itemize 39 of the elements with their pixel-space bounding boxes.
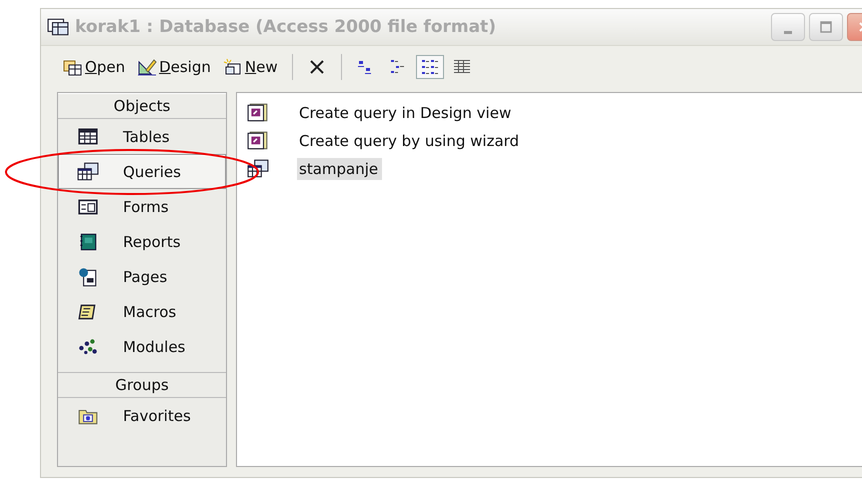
query-icon (77, 162, 99, 182)
list-view-icon (420, 58, 440, 76)
object-item[interactable]: Create query by using wizard (237, 127, 862, 155)
shortcut-icon (247, 103, 269, 123)
new-button[interactable]: New (218, 55, 282, 79)
list-view-button[interactable] (416, 55, 444, 79)
object-name: Create query in Design view (298, 103, 512, 124)
object-item[interactable]: stampanje (237, 155, 862, 183)
object-type-item[interactable]: Modules (58, 329, 226, 364)
database-window-icon (47, 18, 69, 36)
object-type-item[interactable]: Reports (58, 224, 226, 259)
object-name: stampanje (297, 158, 382, 180)
window-title: korak1 : Database (Access 2000 file format) (75, 17, 496, 37)
form-icon (77, 196, 99, 216)
module-icon (77, 336, 99, 356)
group-header[interactable]: Objects (58, 93, 226, 119)
object-type-item[interactable]: Tables (58, 119, 226, 154)
object-type-item[interactable]: Queries (58, 154, 226, 189)
design-button[interactable]: Design (133, 55, 215, 79)
page-icon (77, 266, 99, 286)
minimize-icon (784, 30, 792, 34)
object-type-item[interactable]: Pages (58, 259, 226, 294)
object-type-item[interactable]: Macros (58, 294, 226, 329)
object-name: Create query by using wizard (298, 131, 520, 152)
object-type-item[interactable]: Forms (58, 189, 226, 224)
details-view-icon (452, 58, 472, 76)
set-square-pencil-icon (137, 58, 158, 76)
open-button[interactable]: Open (59, 55, 130, 79)
table-icon (77, 126, 99, 146)
minimize-button[interactable] (771, 13, 805, 41)
maximize-icon (820, 21, 832, 33)
group-header[interactable]: Groups (58, 372, 226, 398)
object-type-item[interactable]: Favorites (58, 398, 226, 433)
new-window-icon (222, 58, 243, 76)
folder-table-icon (63, 58, 83, 76)
object-item[interactable]: Create query in Design view (237, 99, 862, 127)
shortcut-icon (247, 131, 269, 151)
maximize-button[interactable] (809, 13, 843, 41)
query-icon (247, 159, 269, 179)
